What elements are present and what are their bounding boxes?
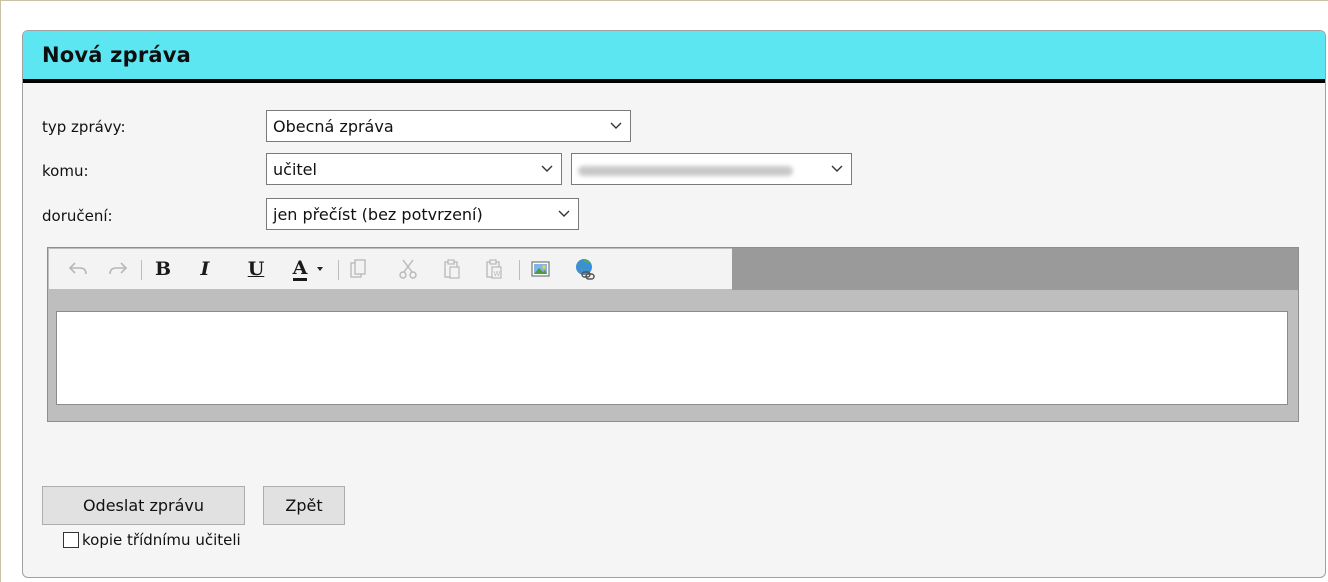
paste-word-icon: W [486,259,502,279]
chevron-down-icon [558,210,570,217]
send-message-button[interactable]: Odeslat zprávu [42,486,245,525]
chevron-down-icon [610,122,622,129]
new-message-panel: Nová zpráva typ zprávy: Obecná zpráva ko… [22,30,1326,578]
delivery-select[interactable]: jen přečíst (bez potvrzení) [266,198,579,230]
recipient-select[interactable] [571,153,852,185]
message-body-editor[interactable] [56,311,1288,405]
message-type-label: typ zprávy: [42,118,126,136]
message-type-value: Obecná zpráva [273,116,394,136]
toolbar-separator [338,260,339,280]
editor-toolbar: B I U A W [49,249,732,289]
rich-text-editor: B I U A W [47,247,1299,422]
italic-button[interactable]: I [192,249,218,289]
toolbar-separator [519,260,520,280]
toolbar-filler [732,248,1298,290]
undo-icon [68,262,87,275]
caret-down-icon [317,267,324,271]
recipient-type-select[interactable]: učitel [266,153,562,185]
italic-icon: I [200,258,210,280]
chevron-down-icon [541,165,553,172]
cut-button[interactable] [395,249,421,289]
paste-button[interactable] [439,249,465,289]
paste-word-button[interactable]: W [481,249,507,289]
copy-class-teacher-row: kopie třídnímu učiteli [63,531,241,549]
redacted-recipient-name [578,166,793,176]
underline-icon: U [247,258,265,280]
underline-button[interactable]: U [243,249,269,289]
insert-link-icon [576,259,595,280]
insert-link-button[interactable] [571,249,599,289]
toolbar-separator [141,260,142,280]
recipient-type-value: učitel [273,159,317,179]
font-color-button[interactable]: A [289,249,329,289]
recipient-type-label: komu: [42,162,89,180]
chevron-down-icon [831,165,843,172]
bold-button[interactable]: B [150,249,176,289]
undo-button[interactable] [65,249,91,289]
redo-button[interactable] [105,249,131,289]
cut-icon [399,259,417,279]
delivery-label: doručení: [42,207,113,225]
paste-icon [444,259,460,279]
copy-icon [350,259,366,278]
redo-icon [109,262,128,275]
insert-image-button[interactable] [527,249,555,289]
message-type-select[interactable]: Obecná zpráva [266,110,631,142]
copy-class-teacher-label[interactable]: kopie třídnímu učiteli [82,531,241,549]
delivery-value: jen přečíst (bez potvrzení) [273,204,483,224]
copy-button[interactable] [345,249,371,289]
copy-class-teacher-checkbox[interactable] [63,532,79,548]
font-color-icon: A [292,256,308,281]
svg-text:W: W [494,270,501,278]
insert-image-icon [531,261,550,277]
panel-title: Nová zpráva [42,43,192,67]
bold-icon: B [154,258,172,280]
back-button[interactable]: Zpět [263,486,345,525]
panel-header: Nová zpráva [23,31,1325,83]
